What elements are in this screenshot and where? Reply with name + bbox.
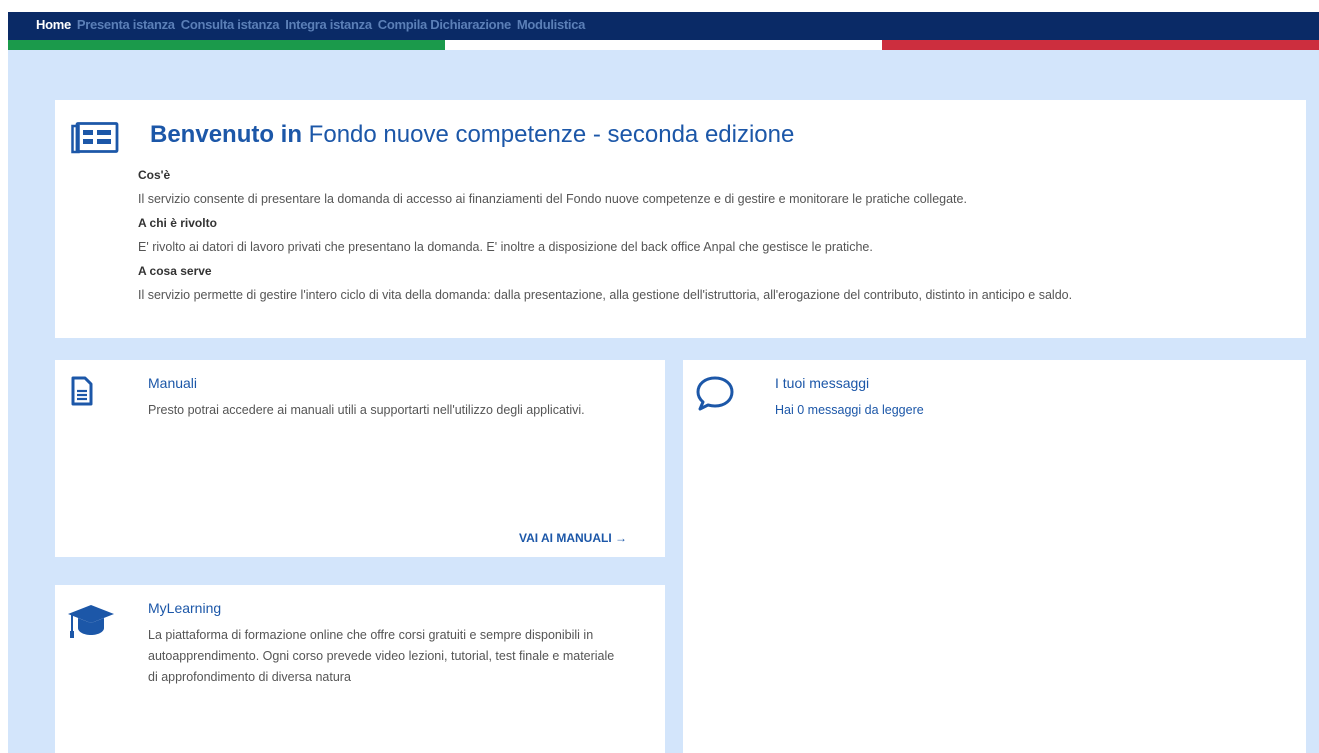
- section-heading-cose: Cos'è: [138, 168, 171, 182]
- welcome-title-service: Fondo nuove competenze - seconda edizion…: [302, 121, 795, 148]
- mylearning-title[interactable]: MyLearning: [148, 600, 221, 616]
- section-text-a-cosa: Il servizio permette di gestire l'intero…: [138, 288, 1073, 302]
- mylearning-card: MyLearning La piattaforma di formazione …: [55, 585, 665, 753]
- document-icon: [71, 376, 93, 411]
- speech-bubble-icon: [695, 374, 735, 417]
- nav-item-presenta-istanza[interactable]: Presenta istanza: [77, 17, 175, 32]
- welcome-card: Benvenuto in Fondo nuove competenze - se…: [55, 100, 1306, 338]
- flag-red: [882, 40, 1319, 50]
- manuali-card: Manuali Presto potrai accedere ai manual…: [55, 360, 665, 557]
- section-text-a-chi: E' rivolto ai datori di lavoro privati c…: [138, 240, 873, 254]
- flag-green: [8, 40, 445, 50]
- nav-item-modulistica[interactable]: Modulistica: [517, 17, 586, 32]
- messaggi-count-link[interactable]: Hai 0 messaggi da leggere: [775, 400, 1245, 421]
- nav-item-compila-dichiarazione[interactable]: Compila Dichiarazione: [378, 17, 511, 32]
- messaggi-title: I tuoi messaggi: [775, 375, 870, 391]
- welcome-title-bold: Benvenuto in: [150, 121, 303, 148]
- vai-ai-manuali-link[interactable]: VAI AI MANUALI →: [519, 531, 627, 545]
- section-heading-a-chi: A chi è rivolto: [138, 216, 217, 230]
- top-navbar: Home Presenta istanza Consulta istanza I…: [8, 12, 1319, 40]
- manuali-title: Manuali: [148, 375, 198, 391]
- manuali-text: Presto potrai accedere ai manuali utili …: [148, 403, 585, 417]
- nav-item-consulta-istanza[interactable]: Consulta istanza: [181, 17, 280, 32]
- graduation-cap-icon: [67, 603, 115, 644]
- welcome-description: Cos'è Il servizio consente di presentare…: [138, 163, 1288, 307]
- main-content: Benvenuto in Fondo nuove competenze - se…: [8, 50, 1319, 753]
- nav-item-home[interactable]: Home: [36, 17, 71, 32]
- newspaper-icon: [71, 122, 123, 159]
- nav-menu: Home Presenta istanza Consulta istanza I…: [36, 17, 585, 32]
- mylearning-text: La piattaforma di formazione online che …: [148, 628, 615, 684]
- flag-white: [445, 40, 882, 50]
- section-text-cose: Il servizio consente di presentare la do…: [138, 192, 967, 206]
- nav-item-integra-istanza[interactable]: Integra istanza: [285, 17, 372, 32]
- italian-flag-stripe: [8, 40, 1319, 50]
- welcome-title: Benvenuto in Fondo nuove competenze - se…: [150, 121, 794, 149]
- section-heading-a-cosa: A cosa serve: [138, 264, 212, 278]
- messaggi-card: I tuoi messaggi Hai 0 messaggi da legger…: [683, 360, 1306, 753]
